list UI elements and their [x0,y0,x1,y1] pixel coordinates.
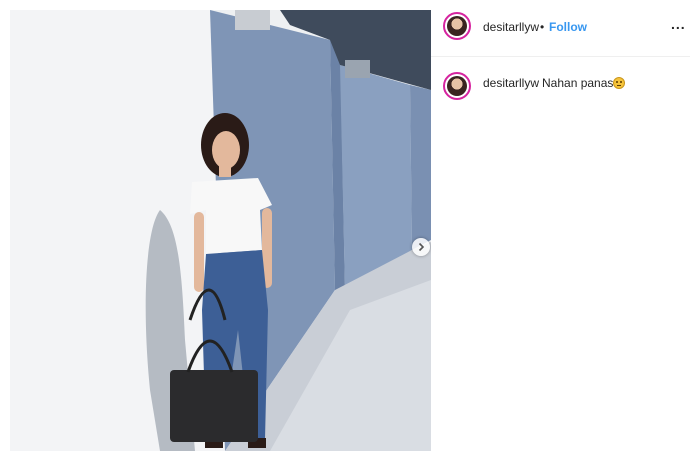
grimacing-face-emoji-icon [613,77,626,89]
post-photo[interactable] [10,10,431,451]
caption-avatar[interactable] [443,72,471,100]
follow-button[interactable]: Follow [549,20,587,34]
carousel-next-button[interactable] [412,238,430,256]
post-photo-image [10,10,431,451]
author-username[interactable]: desitarllyw [483,20,539,34]
more-options-icon[interactable]: ... [671,16,686,32]
post-header: desitarllyw • Follow ... [431,10,690,57]
caption-text: Nahan panas [542,76,626,90]
author-avatar[interactable] [443,12,471,40]
caption-username[interactable]: desitarllyw [483,76,539,90]
caption-text-content: Nahan panas [542,76,614,90]
separator-dot: • [540,20,545,34]
post-sidebar: desitarllyw • Follow ... desitarllyw Nah… [431,0,700,461]
chevron-right-icon [418,242,425,252]
instagram-post: desitarllyw • Follow ... desitarllyw Nah… [0,0,700,461]
